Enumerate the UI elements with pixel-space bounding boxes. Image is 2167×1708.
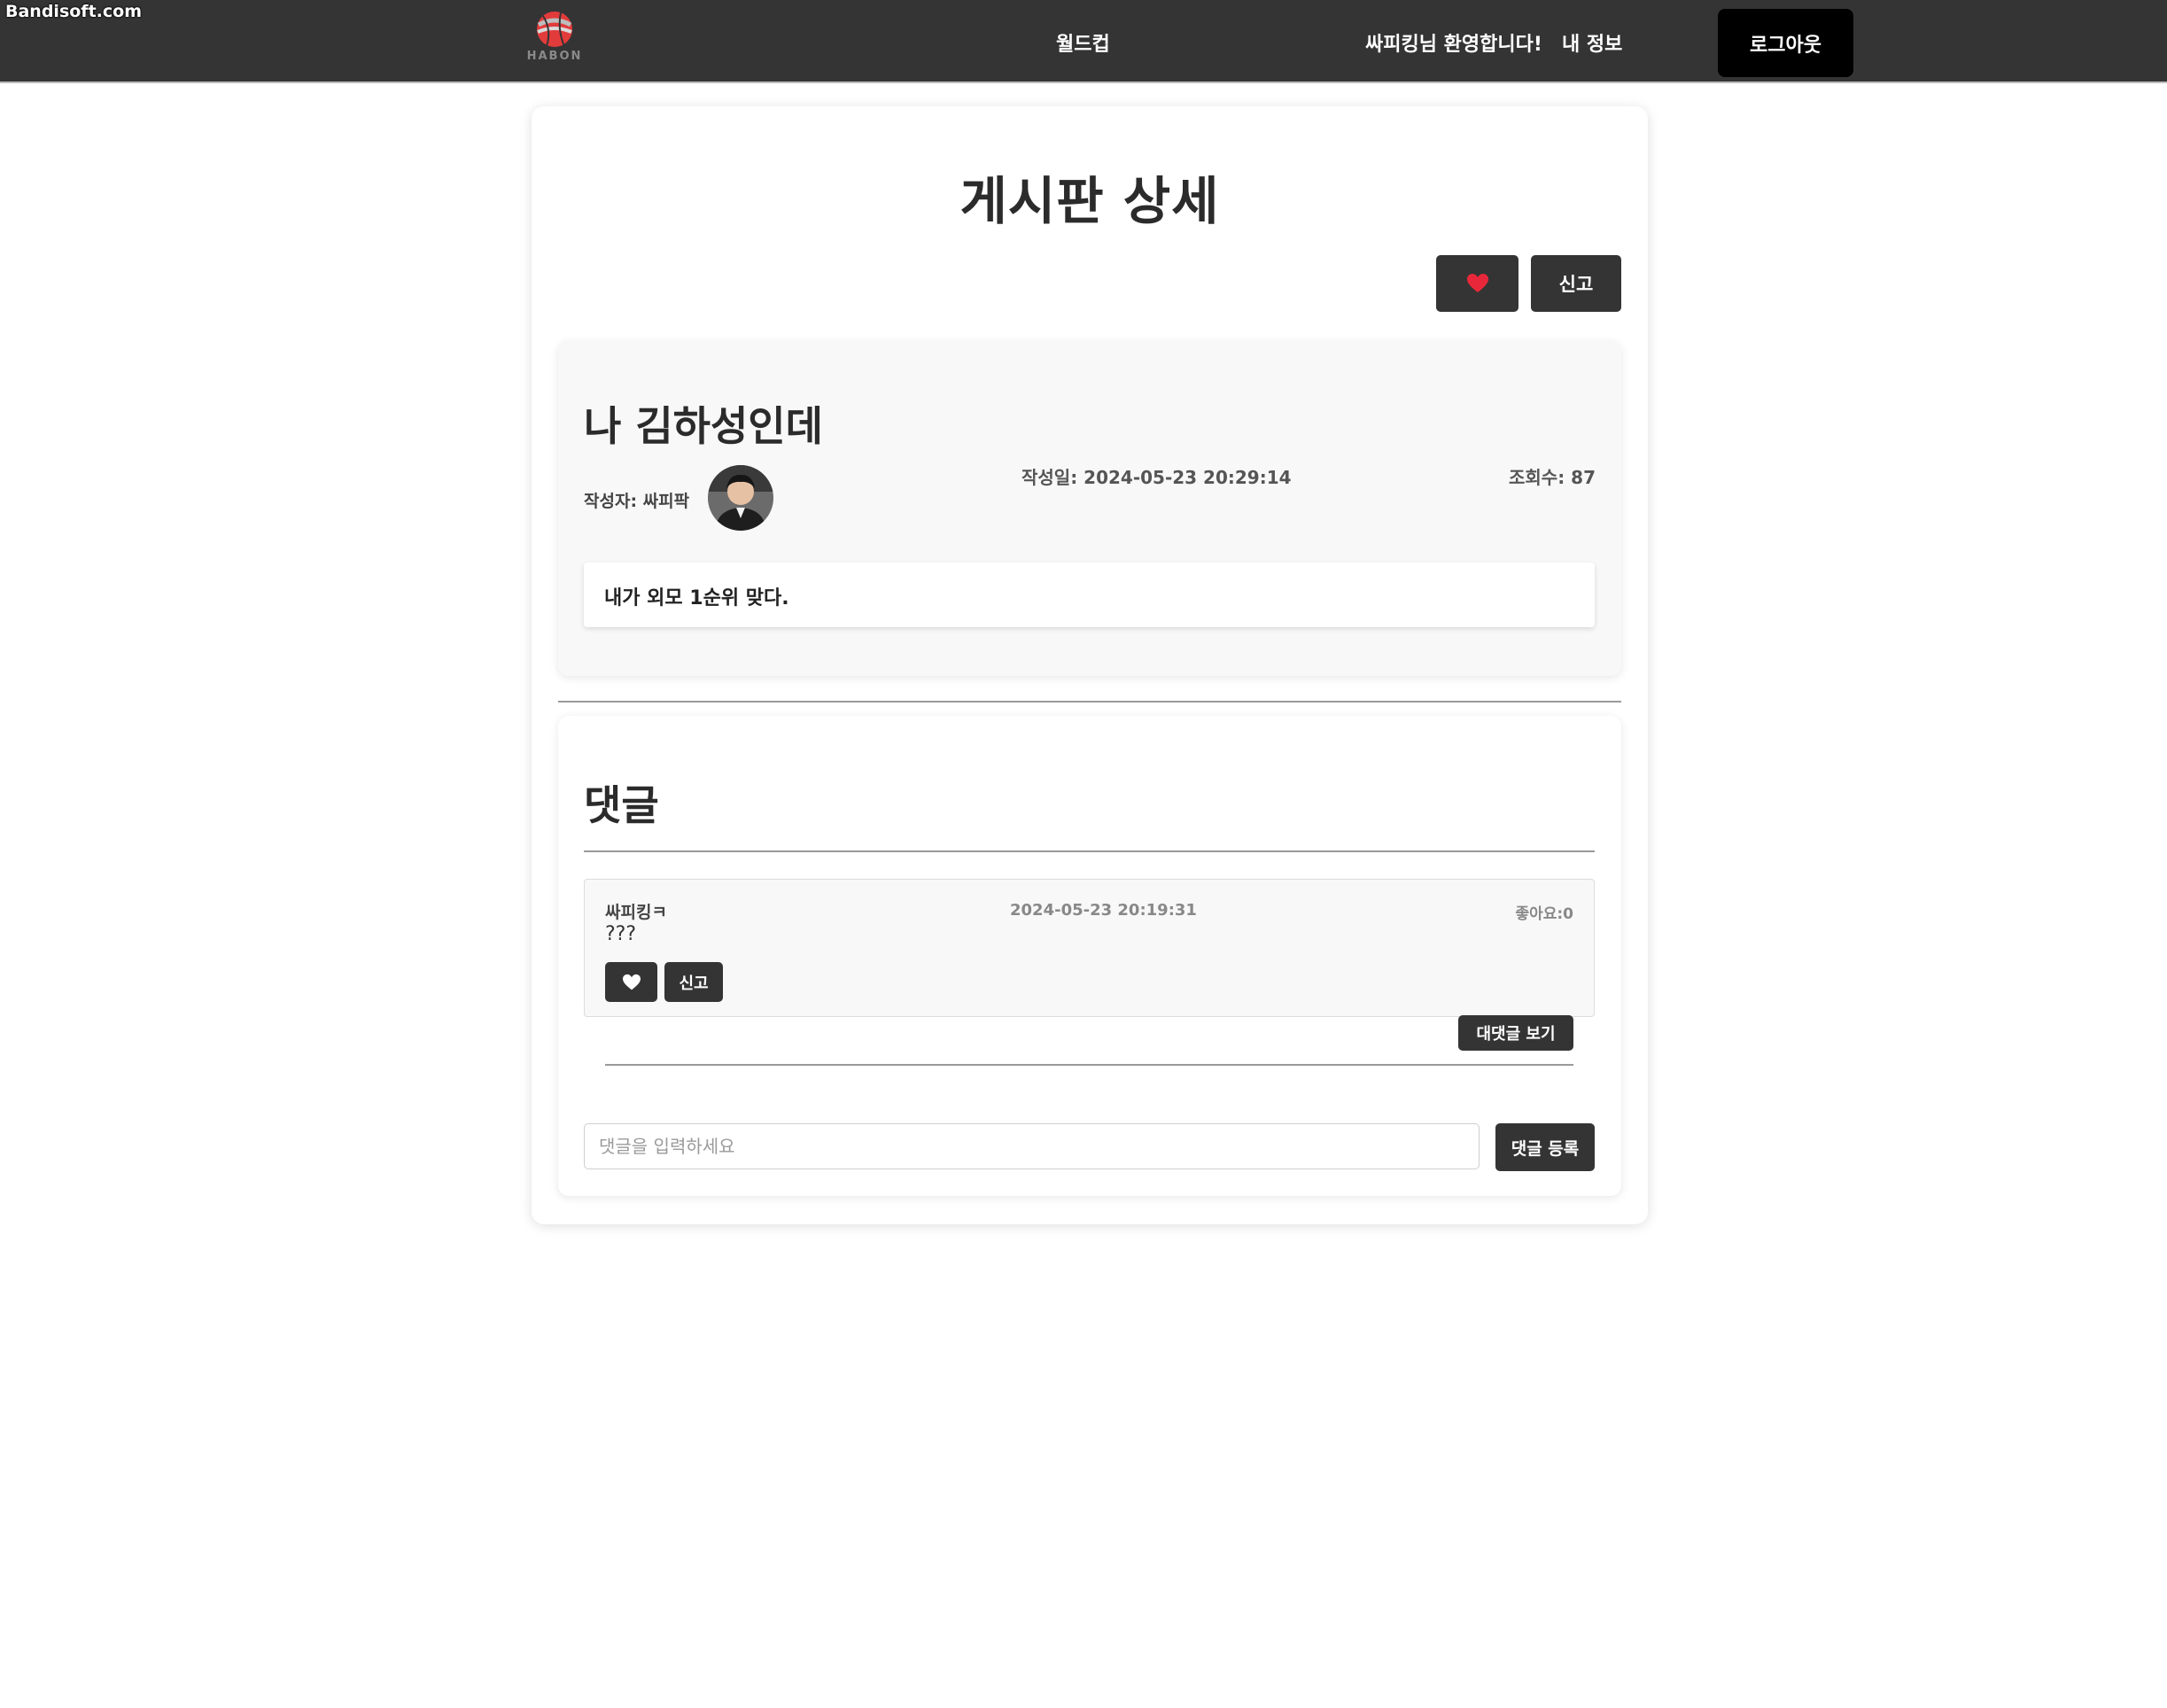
logout-button[interactable]: 로그아웃 [1718, 9, 1853, 77]
page-title: 게시판 상세 [959, 171, 1220, 231]
board-detail-card: 게시판 상세 신고 나 김하성인데 작성자: 싸피팍 작성일: 2024-05-… [532, 106, 1648, 1224]
watermark-text: Bandisoft.com [5, 2, 142, 21]
comment-date: 2024-05-23 20:19:31 [1010, 901, 1197, 920]
habon-logo[interactable]: HABON [523, 9, 586, 69]
heart-red-icon [1466, 274, 1488, 292]
nav-my-info-link[interactable]: 내 정보 [1562, 28, 1622, 57]
post-author-label: 작성자: [584, 492, 638, 511]
comment-text: ??? [605, 923, 637, 945]
comments-divider [584, 850, 1595, 852]
nav-worldcup-link[interactable]: 월드컵 [1056, 28, 1110, 57]
comment-section: 댓글 싸피킹ㅋ ??? 2024-05-23 20:19:31 좋아요:0 신고… [558, 716, 1621, 1196]
post-view-count: 조회수: 87 [1509, 467, 1596, 488]
post-report-button[interactable]: 신고 [1531, 255, 1621, 312]
comment-like-count: 좋아요:0 [1515, 905, 1573, 923]
heart-white-icon [622, 974, 641, 990]
logo-text: HABON [526, 50, 583, 63]
comments-heading: 댓글 [584, 781, 659, 829]
comment-divider [605, 1064, 1573, 1066]
post-title: 나 김하성인데 [584, 402, 823, 450]
comment-input[interactable] [584, 1123, 1480, 1169]
comment-submit-button[interactable]: 댓글 등록 [1495, 1123, 1595, 1171]
top-navbar: Bandisoft.com HABON 월드컵 싸피킹님 환영합니다! 내 정보… [0, 0, 2167, 83]
avatar-person-icon [708, 465, 773, 531]
view-replies-button[interactable]: 대댓글 보기 [1458, 1015, 1573, 1051]
section-divider [558, 701, 1621, 703]
post-date: 작성일: 2024-05-23 20:29:14 [1021, 467, 1292, 488]
post-content: 내가 외모 1순위 맞다. [604, 587, 789, 609]
comment-author: 싸피킹ㅋ [605, 903, 667, 922]
comment-like-button[interactable] [605, 962, 657, 1002]
post-author: 작성자: 싸피팍 [584, 488, 689, 512]
post-author-name: 싸피팍 [642, 492, 690, 511]
post-content-box: 내가 외모 1순위 맞다. [584, 563, 1595, 627]
post-like-button[interactable] [1436, 255, 1518, 312]
nav-welcome-text: 싸피킹님 환영합니다! [1365, 34, 1542, 56]
comment-report-button[interactable]: 신고 [664, 962, 723, 1002]
basketball-logo-icon [537, 12, 572, 47]
post-box: 나 김하성인데 작성자: 싸피팍 작성일: 2024-05-23 20:29:1… [558, 341, 1621, 676]
author-avatar [708, 465, 773, 531]
comment-item: 싸피킹ㅋ ??? 2024-05-23 20:19:31 좋아요:0 신고 대댓… [584, 879, 1595, 1066]
